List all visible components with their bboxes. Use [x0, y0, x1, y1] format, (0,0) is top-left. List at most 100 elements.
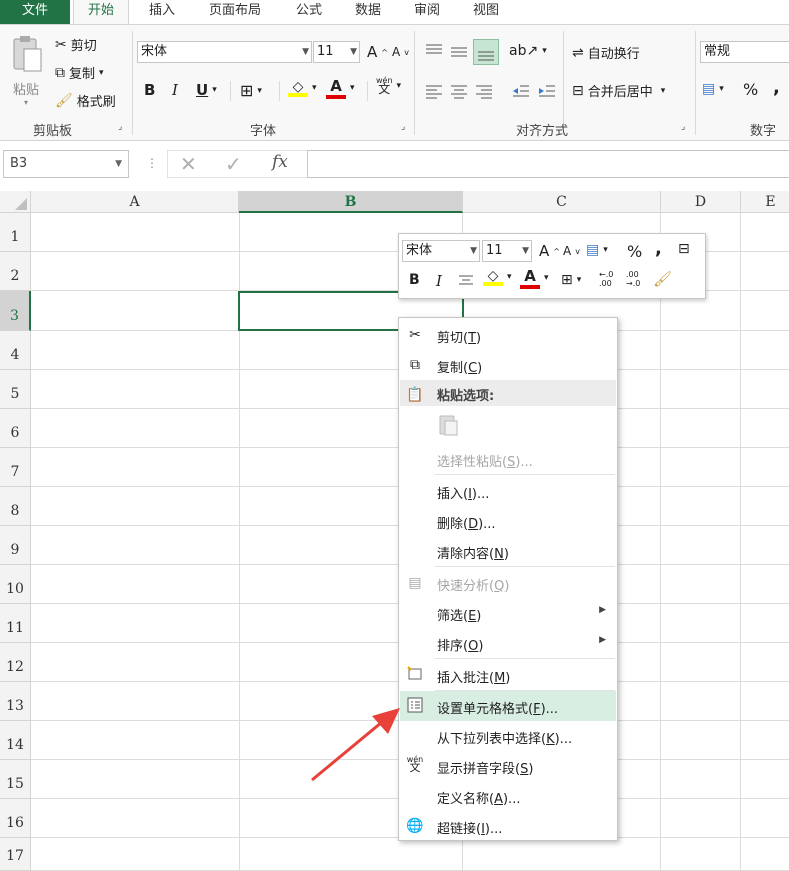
grow-font-button[interactable]: A ^ [367, 43, 388, 61]
tab-data[interactable]: 数据 [342, 0, 394, 24]
mini-fill-color-button[interactable]: ◇ ▾ [483, 268, 512, 286]
mini-align-center-icon[interactable] [457, 272, 475, 290]
phonetic-button[interactable]: wén 文 ▾ [376, 77, 401, 96]
row-header-6[interactable]: 6 [0, 409, 31, 448]
paste-default-icon[interactable] [437, 413, 461, 437]
row-header-17[interactable]: 17 [0, 838, 31, 871]
mini-format-painter-button[interactable]: 🖌 [653, 270, 672, 288]
tab-view[interactable]: 视图 [460, 0, 512, 24]
tab-file[interactable]: 文件 [0, 0, 70, 24]
mini-merge-button[interactable]: ⊟ [678, 241, 690, 257]
tab-home[interactable]: 开始 [73, 0, 129, 25]
dialog-launcher-icon[interactable]: ⌟ [401, 122, 405, 132]
row-header-4[interactable]: 4 [0, 331, 31, 370]
mini-shrink-font-button[interactable]: Av [563, 244, 580, 258]
align-top-icon[interactable] [424, 41, 444, 61]
merge-center-button[interactable]: ⊟ 合并后居中 ▾ [572, 81, 665, 101]
row-header-14[interactable]: 14 [0, 721, 31, 760]
row-header-10[interactable]: 10 [0, 565, 31, 604]
menu-item-cut[interactable]: ✂ 剪切(T) [400, 320, 616, 350]
increase-indent-icon[interactable] [537, 81, 557, 101]
row-header-11[interactable]: 11 [0, 604, 31, 643]
mini-borders-button[interactable]: ⊞ ▾ [561, 272, 581, 288]
row-header-2[interactable]: 2 [0, 252, 31, 291]
borders-button[interactable]: ⊞ ▾ [240, 81, 262, 100]
menu-item-filter[interactable]: 筛选(E) ▶ [400, 598, 616, 628]
menu-item-pick-from-list[interactable]: 从下拉列表中选择(K)... [400, 721, 616, 751]
row-header-5[interactable]: 5 [0, 370, 31, 409]
orientation-button[interactable]: ab↗ ▾ [509, 43, 547, 59]
mini-grow-font-button[interactable]: A ^ [539, 242, 560, 260]
row-header-13[interactable]: 13 [0, 682, 31, 721]
mini-percent-button[interactable]: % [627, 242, 642, 261]
mini-decrease-decimal-button[interactable]: .00 →.0 [626, 270, 640, 288]
row-header-3[interactable]: 3 [0, 291, 31, 331]
row-header-12[interactable]: 12 [0, 643, 31, 682]
align-left-icon[interactable] [424, 81, 444, 101]
menu-item-insert-comment[interactable]: 插入批注(M) [400, 660, 616, 690]
row-header-9[interactable]: 9 [0, 526, 31, 565]
column-header-c[interactable]: C [463, 191, 661, 213]
row-header-16[interactable]: 16 [0, 799, 31, 838]
column-header-a[interactable]: A [31, 191, 239, 213]
font-name-combo[interactable]: 宋体 ▼ [137, 41, 312, 63]
menu-item-define-name[interactable]: 定义名称(A)... [400, 781, 616, 811]
shrink-font-button[interactable]: Av [392, 45, 409, 59]
dialog-launcher-icon[interactable]: ⌟ [118, 122, 122, 132]
row-header-15[interactable]: 15 [0, 760, 31, 799]
mini-italic-button[interactable]: I [436, 272, 442, 290]
accounting-format-button[interactable]: ▤ ▾ [702, 81, 724, 97]
select-all-corner[interactable] [0, 191, 31, 213]
menu-item-paste-special[interactable]: 选择性粘贴(S)... [400, 444, 616, 474]
mini-comma-button[interactable]: , [655, 238, 662, 259]
align-middle-icon[interactable] [449, 41, 469, 61]
paste-button[interactable]: 粘贴 ▾ [6, 35, 46, 115]
row-header-1[interactable]: 1 [0, 213, 31, 252]
dialog-launcher-icon[interactable]: ⌟ [681, 122, 685, 132]
menu-item-delete[interactable]: 删除(D)... [400, 506, 616, 536]
format-painter-button[interactable]: 🖌 格式刷 [55, 91, 116, 111]
cancel-icon[interactable]: ✕ [180, 152, 197, 176]
decrease-indent-icon[interactable] [511, 81, 531, 101]
menu-item-quick-analysis[interactable]: ▤ 快速分析(Q) [400, 568, 616, 598]
font-size-combo[interactable]: 11 ▼ [313, 41, 360, 63]
align-center-icon[interactable] [449, 81, 469, 101]
mini-increase-decimal-button[interactable]: ←.0.00 [599, 270, 613, 288]
row-header-8[interactable]: 8 [0, 487, 31, 526]
column-header-b[interactable]: B [239, 191, 463, 213]
menu-item-insert[interactable]: 插入(I)... [400, 476, 616, 506]
mini-font-color-button[interactable]: A ▾ [520, 267, 549, 289]
tab-formulas[interactable]: 公式 [283, 0, 335, 24]
menu-item-hyperlink[interactable]: 🌐 超链接(I)... [400, 811, 616, 841]
wrap-text-button[interactable]: ⇌ 自动换行 [572, 43, 640, 63]
number-format-combo[interactable]: 常规 [700, 41, 789, 63]
menu-item-clear-contents[interactable]: 清除内容(N) [400, 536, 616, 566]
tab-insert[interactable]: 插入 [137, 0, 187, 24]
formula-input[interactable] [307, 150, 789, 178]
mini-font-size-combo[interactable]: 11 ▼ [482, 240, 532, 262]
mini-accounting-button[interactable]: ▤ ▾ [586, 242, 608, 258]
menu-item-sort[interactable]: 排序(O) ▶ [400, 628, 616, 658]
column-header-d[interactable]: D [661, 191, 741, 213]
underline-button[interactable]: U ▾ [196, 81, 217, 99]
column-header-e[interactable]: E [741, 191, 789, 213]
align-right-icon[interactable] [474, 81, 494, 101]
cut-button[interactable]: ✂ 剪切 [55, 35, 97, 55]
mini-bold-button[interactable]: B [409, 272, 420, 288]
name-box[interactable]: B3 ▼ [3, 150, 129, 178]
fill-color-button[interactable]: ◇ ▾ [288, 79, 317, 97]
insert-function-icon[interactable]: fx [272, 152, 288, 172]
menu-item-phonetic[interactable]: wén 文显示拼音字段(S) [400, 751, 616, 781]
menu-item-copy[interactable]: ⧉ 复制(C) [400, 350, 616, 380]
percent-button[interactable]: % [743, 80, 758, 99]
row-header-7[interactable]: 7 [0, 448, 31, 487]
align-bottom-icon[interactable] [473, 39, 499, 65]
menu-item-format-cells[interactable]: 设置单元格格式(F)... [400, 691, 616, 721]
mini-font-name-combo[interactable]: 宋体 ▼ [402, 240, 480, 262]
tab-page-layout[interactable]: 页面布局 [196, 0, 274, 24]
enter-icon[interactable]: ✓ [225, 152, 242, 176]
copy-button[interactable]: ⧉ 复制 ▾ [55, 63, 104, 83]
tab-review[interactable]: 审阅 [401, 0, 453, 24]
italic-button[interactable]: I [172, 81, 178, 99]
comma-button[interactable]: , [773, 77, 780, 98]
